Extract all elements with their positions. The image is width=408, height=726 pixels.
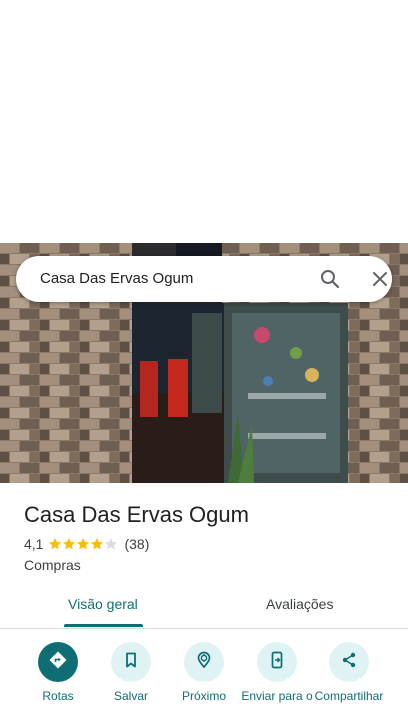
nearby-button[interactable]: Próximo (168, 642, 240, 703)
rating-value: 4,1 (24, 536, 44, 552)
share-label: Compartilhar (314, 689, 384, 703)
nearby-icon (194, 650, 214, 675)
search-icon[interactable] (318, 267, 342, 291)
star-icon (77, 538, 90, 550)
star-icon (49, 538, 62, 550)
share-icon (339, 650, 359, 675)
close-icon[interactable] (368, 267, 392, 291)
active-tab-indicator (64, 624, 143, 627)
save-button[interactable]: Salvar (95, 642, 167, 703)
star-icon (105, 538, 118, 550)
directions-label: Rotas (42, 689, 74, 703)
action-bar: Rotas Salvar Próximo Enviar para o Compa… (0, 642, 408, 726)
share-button[interactable]: Compartilhar (313, 642, 385, 703)
star-icon (63, 538, 76, 550)
place-name: Casa Das Ervas Ogum (24, 502, 249, 527)
review-count: (38) (124, 536, 150, 552)
nearby-label: Próximo (181, 689, 226, 703)
send-to-phone-button[interactable]: Enviar para o (241, 642, 313, 703)
place-category: Compras (24, 557, 81, 573)
rating-stars (48, 537, 118, 551)
tab-reviews[interactable]: Avaliações (266, 596, 333, 612)
directions-button[interactable]: Rotas (22, 642, 94, 703)
tab-bar: Visão geral Avaliações (0, 586, 408, 629)
tab-overview[interactable]: Visão geral (68, 596, 138, 612)
map-area[interactable] (0, 0, 408, 243)
search-query[interactable]: Casa Das Ervas Ogum (40, 270, 193, 287)
send-to-phone-icon (267, 650, 287, 675)
search-bar[interactable]: Casa Das Ervas Ogum (16, 256, 392, 302)
star-icon (91, 538, 104, 550)
send-to-phone-label: Enviar para o (241, 689, 313, 703)
save-label: Salvar (113, 689, 148, 703)
bookmark-icon (121, 650, 141, 675)
directions-icon (48, 650, 68, 675)
rating-row[interactable]: 4,1 (38) (24, 536, 149, 552)
